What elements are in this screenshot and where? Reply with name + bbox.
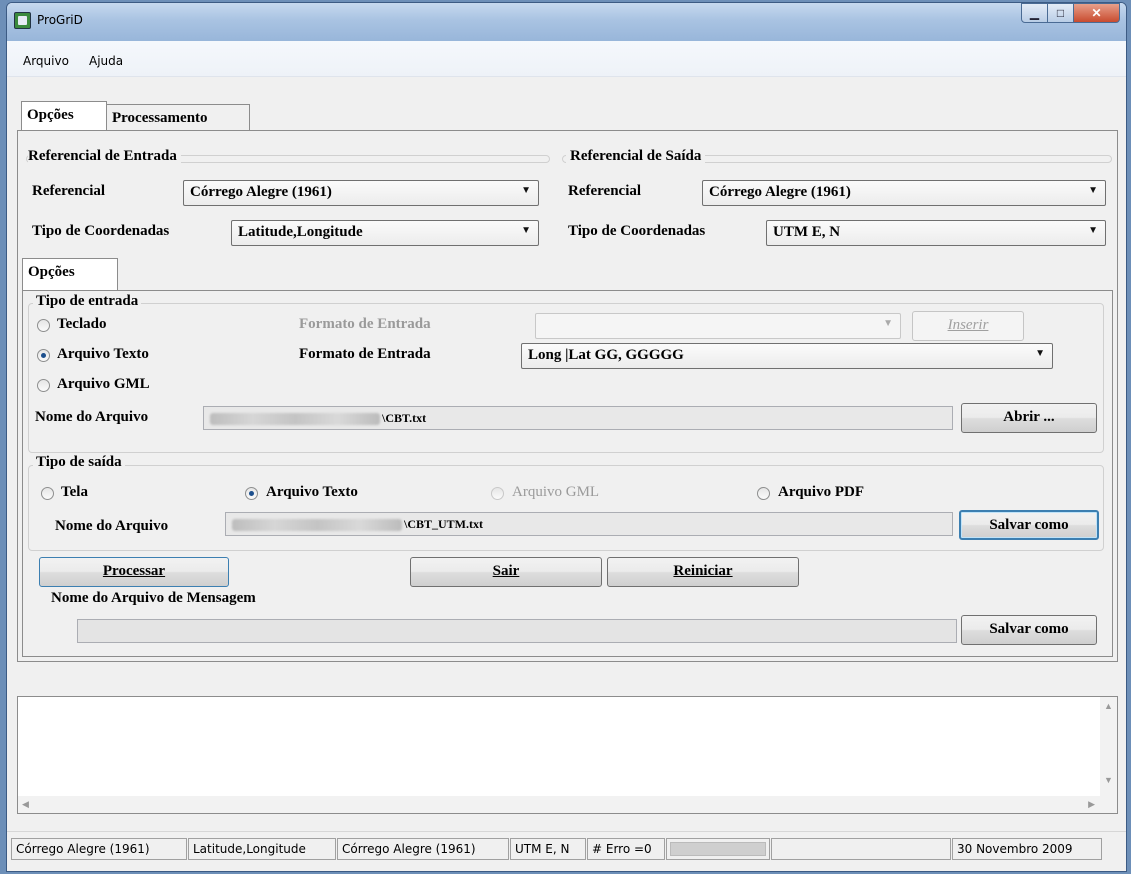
- tipo-saida-title: Tipo de saída: [33, 454, 125, 471]
- status-progress-bar: [666, 838, 770, 860]
- maximize-icon[interactable]: □: [1047, 3, 1074, 23]
- radio-teclado-label: Teclado: [57, 316, 107, 332]
- status-ref-entrada: Córrego Alegre (1961): [11, 838, 187, 860]
- scroll-down-icon[interactable]: ▼: [1104, 775, 1113, 785]
- progress-fill: [670, 842, 766, 856]
- radio-arquivo-texto-entrada[interactable]: [37, 349, 50, 362]
- chevron-down-icon: ▼: [1088, 185, 1098, 196]
- horizontal-scrollbar[interactable]: ◀ ▶: [18, 796, 1117, 813]
- menu-ajuda[interactable]: Ajuda: [89, 54, 123, 68]
- entrada-tipo-value: Latitude,Longitude: [238, 224, 363, 240]
- saida-referencial-select[interactable]: Córrego Alegre (1961) ▼: [702, 180, 1106, 206]
- arquivo-entrada-input[interactable]: \CBT.txt: [203, 406, 953, 430]
- radio-arquivo-pdf-label: Arquivo PDF: [778, 484, 864, 500]
- scroll-left-icon[interactable]: ◀: [22, 799, 29, 810]
- status-ref-saida: Córrego Alegre (1961): [337, 838, 509, 860]
- mensagem-input[interactable]: [77, 619, 957, 643]
- status-date: 30 Novembro 2009: [952, 838, 1102, 860]
- close-icon[interactable]: ✕: [1073, 3, 1120, 23]
- main-area: Opções Processamento Referencial de Entr…: [17, 101, 1118, 662]
- formato-entrada-value: Long |Lat GG, GGGGG: [528, 347, 684, 363]
- status-coord-entrada: Latitude,Longitude: [188, 838, 336, 860]
- menu-bar: Arquivo Ajuda: [7, 41, 1126, 77]
- menu-arquivo[interactable]: Arquivo: [23, 54, 69, 68]
- saida-tipo-label: Tipo de Coordenadas: [568, 223, 706, 239]
- status-empty-panel: [771, 838, 951, 860]
- reiniciar-label: Reiniciar: [673, 563, 733, 579]
- radio-arquivo-texto-entrada-label: Arquivo Texto: [57, 346, 149, 362]
- chevron-down-icon: ▼: [1035, 348, 1045, 359]
- sair-button[interactable]: Sair: [410, 557, 602, 587]
- formato-entrada-label-disabled: Formato de Entrada: [299, 316, 431, 332]
- scroll-up-icon[interactable]: ▲: [1104, 701, 1113, 711]
- entrada-referencial-select[interactable]: Córrego Alegre (1961) ▼: [183, 180, 539, 206]
- arquivo-entrada-value: \CBT.txt: [382, 411, 427, 425]
- radio-tela[interactable]: [41, 487, 54, 500]
- arquivo-saida-label: Nome do Arquivo: [55, 518, 169, 534]
- window-title: ProGriD: [37, 13, 83, 27]
- tab-opcoes[interactable]: Opções: [21, 101, 107, 131]
- entrada-title: Referencial de Entrada: [28, 148, 181, 165]
- vertical-scrollbar[interactable]: ▲ ▼: [1100, 697, 1117, 797]
- redacted-path: [210, 413, 380, 426]
- radio-arquivo-texto-saida-label: Arquivo Texto: [266, 484, 358, 500]
- saida-referencial-value: Córrego Alegre (1961): [709, 184, 851, 200]
- status-errors: # Erro =0: [587, 838, 665, 860]
- saida-tipo-select[interactable]: UTM E, N ▼: [766, 220, 1106, 246]
- reiniciar-button[interactable]: Reiniciar: [607, 557, 799, 587]
- saida-tipo-value: UTM E, N: [773, 224, 841, 240]
- status-coord-saida: UTM E, N: [510, 838, 586, 860]
- radio-arquivo-pdf[interactable]: [757, 487, 770, 500]
- formato-entrada-select-disabled[interactable]: ▼: [535, 313, 901, 339]
- abrir-button[interactable]: Abrir ...: [961, 403, 1097, 433]
- arquivo-saida-value: \CBT_UTM.txt: [404, 517, 483, 531]
- entrada-referencial-label: Referencial: [32, 183, 106, 199]
- processar-label: Processar: [102, 563, 166, 579]
- log-textarea[interactable]: ▲ ▼ ◀ ▶: [17, 696, 1118, 814]
- title-bar[interactable]: ProGriD ▁ □ ✕: [7, 3, 1126, 41]
- radio-arquivo-gml-entrada-label: Arquivo GML: [57, 376, 150, 392]
- tipo-entrada-title: Tipo de entrada: [33, 293, 142, 310]
- window-controls: ▁ □ ✕: [1021, 3, 1120, 23]
- radio-arquivo-gml-saida[interactable]: [491, 487, 504, 500]
- chevron-down-icon: ▼: [521, 225, 531, 236]
- scroll-right-icon[interactable]: ▶: [1088, 799, 1095, 810]
- radio-arquivo-texto-saida[interactable]: [245, 487, 258, 500]
- radio-teclado[interactable]: [37, 319, 50, 332]
- minimize-icon[interactable]: ▁: [1021, 3, 1048, 23]
- arquivo-saida-input[interactable]: \CBT_UTM.txt: [225, 512, 953, 536]
- redacted-path: [232, 519, 402, 532]
- mensagem-label: Nome do Arquivo de Mensagem: [51, 590, 256, 606]
- status-bar: Córrego Alegre (1961) Latitude,Longitude…: [7, 831, 1126, 863]
- salvar-como-saida-button[interactable]: Salvar como: [959, 510, 1099, 540]
- salvar-como-mensagem-button[interactable]: Salvar como: [961, 615, 1097, 645]
- arquivo-entrada-label: Nome do Arquivo: [35, 409, 149, 425]
- formato-entrada-label: Formato de Entrada: [299, 346, 431, 362]
- inner-panel: Tipo de entrada Teclado Formato de Entra…: [22, 290, 1113, 657]
- opcoes-panel: Referencial de Entrada Referencial Córre…: [17, 130, 1118, 662]
- chevron-down-icon: ▼: [521, 185, 531, 196]
- entrada-tipo-label: Tipo de Coordenadas: [32, 223, 170, 239]
- processar-button[interactable]: Processar: [39, 557, 229, 587]
- formato-entrada-select[interactable]: Long |Lat GG, GGGGG ▼: [521, 343, 1053, 369]
- tipo-saida-frame: [28, 465, 1104, 551]
- inserir-button[interactable]: Inserir: [912, 311, 1024, 341]
- chevron-down-icon: ▼: [1088, 225, 1098, 236]
- sair-label: Sair: [492, 563, 520, 579]
- entrada-referencial-value: Córrego Alegre (1961): [190, 184, 332, 200]
- app-icon: [14, 12, 31, 29]
- app-window: ProGriD ▁ □ ✕ Arquivo Ajuda Opções Proce…: [6, 2, 1127, 872]
- chevron-down-icon: ▼: [883, 318, 893, 329]
- radio-tela-label: Tela: [61, 484, 88, 500]
- tab-processamento[interactable]: Processamento: [106, 104, 250, 131]
- tab-inner-opcoes[interactable]: Opções: [22, 258, 118, 291]
- saida-referencial-label: Referencial: [568, 183, 642, 199]
- inserir-label: Inserir: [947, 317, 989, 333]
- saida-title: Referencial de Saída: [566, 148, 706, 165]
- entrada-tipo-select[interactable]: Latitude,Longitude ▼: [231, 220, 539, 246]
- radio-arquivo-gml-saida-label: Arquivo GML: [512, 484, 600, 500]
- radio-arquivo-gml-entrada[interactable]: [37, 379, 50, 392]
